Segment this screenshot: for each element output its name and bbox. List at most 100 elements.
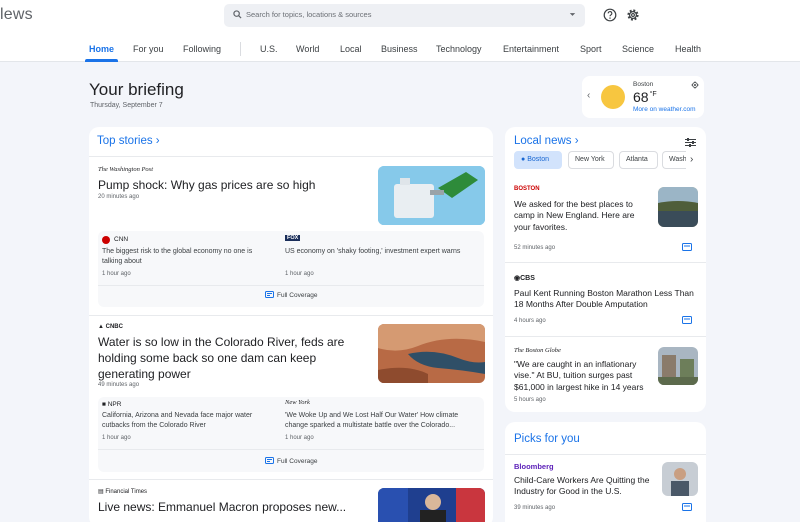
divider bbox=[89, 156, 493, 157]
chevron-left-icon[interactable]: ‹ bbox=[587, 90, 590, 101]
related-source: New York bbox=[285, 399, 310, 406]
briefing-date: Thursday, September 7 bbox=[90, 102, 163, 109]
location-chip-atlanta[interactable]: Atlanta bbox=[619, 151, 658, 169]
search-bar[interactable]: Search for topics, locations & sources bbox=[224, 4, 585, 27]
full-coverage-icon[interactable] bbox=[682, 503, 692, 511]
settings-icon[interactable] bbox=[626, 8, 640, 22]
divider bbox=[98, 449, 484, 450]
divider bbox=[98, 285, 484, 286]
fox-logo: FOX bbox=[285, 235, 301, 241]
related-headline[interactable]: US economy on 'shaky footing,' investmen… bbox=[285, 247, 465, 257]
campus-photo bbox=[658, 347, 698, 385]
nav-home[interactable]: Home bbox=[89, 44, 114, 54]
location-chip-new-york[interactable]: New York bbox=[568, 151, 614, 169]
nav-local[interactable]: Local bbox=[340, 44, 362, 54]
nav-us[interactable]: U.S. bbox=[260, 44, 278, 54]
publisher-logo: ▤ Financial Times bbox=[98, 489, 148, 495]
search-input[interactable]: Search for topics, locations & sources bbox=[246, 10, 371, 19]
weather-link[interactable]: More on weather.com bbox=[633, 106, 696, 113]
app-logo[interactable]: lews bbox=[0, 6, 33, 24]
story-thumbnail[interactable] bbox=[378, 166, 485, 225]
top-bar: lews Search for topics, locations & sour… bbox=[0, 0, 800, 32]
local-headline[interactable]: We asked for the best places to camp in … bbox=[514, 199, 649, 233]
divider bbox=[89, 479, 493, 480]
page-title: Your briefing bbox=[89, 80, 184, 99]
local-headline[interactable]: "We are caught in an inflationary vise."… bbox=[514, 359, 654, 393]
chevron-right-icon[interactable]: › bbox=[690, 154, 693, 165]
gas-pump-image bbox=[378, 166, 485, 225]
related-time: 1 hour ago bbox=[102, 435, 131, 441]
nav-science[interactable]: Science bbox=[622, 44, 654, 54]
location-chip-boston[interactable]: ● Boston bbox=[514, 151, 562, 169]
story-time: 49 minutes ago bbox=[98, 382, 140, 388]
local-time: 5 hours ago bbox=[514, 397, 546, 403]
full-coverage-button[interactable]: Full Coverage bbox=[277, 458, 317, 465]
full-coverage-button[interactable]: Full Coverage bbox=[277, 292, 317, 299]
local-news-heading[interactable]: Local news › bbox=[514, 135, 579, 147]
location-target-icon[interactable] bbox=[691, 81, 699, 89]
related-headline[interactable]: 'We Woke Up and We Lost Half Our Water' … bbox=[285, 411, 470, 431]
full-coverage-icon[interactable] bbox=[682, 243, 692, 251]
divider bbox=[505, 336, 706, 337]
picks-heading[interactable]: Picks for you bbox=[514, 433, 580, 445]
full-coverage-icon[interactable] bbox=[682, 316, 692, 324]
picks-headline[interactable]: Child-Care Workers Are Quitting the Indu… bbox=[514, 475, 656, 498]
picks-thumbnail[interactable] bbox=[662, 462, 698, 496]
sunny-weather-icon bbox=[601, 85, 625, 109]
related-headline[interactable]: The biggest risk to the global economy n… bbox=[102, 247, 272, 267]
worker-photo bbox=[662, 462, 698, 496]
story-headline[interactable]: Water is so low in the Colorado River, f… bbox=[98, 334, 368, 383]
story-headline[interactable]: Pump shock: Why gas prices are so high bbox=[98, 177, 368, 193]
nav-health[interactable]: Health bbox=[675, 44, 701, 54]
weather-city: Boston bbox=[633, 81, 654, 88]
related-time: 1 hour ago bbox=[285, 435, 314, 441]
publisher-logo: BOSTON bbox=[514, 186, 540, 192]
nav-sport[interactable]: Sport bbox=[580, 44, 602, 54]
lake-photo bbox=[658, 187, 698, 227]
story-time: 20 minutes ago bbox=[98, 194, 140, 200]
publisher-logo: The Washington Post bbox=[98, 166, 154, 173]
nav-following[interactable]: Following bbox=[183, 44, 221, 54]
location-chip-washington[interactable]: Wash bbox=[662, 151, 686, 169]
full-coverage-icon bbox=[265, 457, 274, 464]
publisher-logo: The Boston Globe bbox=[514, 347, 561, 354]
divider bbox=[505, 454, 706, 455]
nav-for-you[interactable]: For you bbox=[133, 44, 164, 54]
publisher-logo: ◉CBS bbox=[514, 275, 535, 282]
tune-icon[interactable] bbox=[685, 138, 696, 147]
story-thumbnail[interactable] bbox=[378, 324, 485, 383]
local-time: 4 hours ago bbox=[514, 318, 546, 324]
nav-divider bbox=[240, 42, 241, 56]
divider bbox=[89, 315, 493, 316]
publisher-logo: ▲ CNBC bbox=[98, 324, 123, 330]
section-nav: Home For you Following U.S. World Local … bbox=[0, 32, 800, 62]
related-source: CNN bbox=[114, 236, 129, 243]
dropdown-icon[interactable] bbox=[568, 10, 577, 19]
colorado-river-image bbox=[378, 324, 485, 383]
local-thumbnail[interactable] bbox=[658, 187, 698, 227]
cnn-logo-icon bbox=[102, 236, 110, 244]
full-coverage-icon bbox=[265, 291, 274, 298]
local-thumbnail[interactable] bbox=[658, 347, 698, 385]
nav-entertainment[interactable]: Entertainment bbox=[503, 44, 559, 54]
related-headline[interactable]: California, Arizona and Nevada face majo… bbox=[102, 411, 277, 431]
nav-technology[interactable]: Technology bbox=[436, 44, 482, 54]
story-thumbnail[interactable] bbox=[378, 488, 485, 522]
top-stories-card: Top stories › The Washington Post Pump s… bbox=[89, 127, 493, 522]
story-headline[interactable]: Live news: Emmanuel Macron proposes new.… bbox=[98, 499, 373, 515]
search-icon bbox=[233, 10, 242, 19]
picks-time: 39 minutes ago bbox=[514, 505, 556, 511]
weather-temperature: 68°F bbox=[633, 89, 657, 105]
related-source: ■ NPR bbox=[102, 401, 122, 408]
related-time: 1 hour ago bbox=[285, 271, 314, 277]
top-stories-heading[interactable]: Top stories › bbox=[97, 135, 160, 147]
help-icon[interactable] bbox=[603, 8, 617, 22]
nav-world[interactable]: World bbox=[296, 44, 319, 54]
weather-widget[interactable]: ‹ Boston 68°F More on weather.com bbox=[582, 76, 704, 118]
nav-business[interactable]: Business bbox=[381, 44, 418, 54]
macron-photo bbox=[378, 488, 485, 522]
active-tab-indicator bbox=[85, 59, 118, 62]
divider bbox=[505, 262, 706, 263]
local-time: 52 minutes ago bbox=[514, 245, 556, 251]
local-headline[interactable]: Paul Kent Running Boston Marathon Less T… bbox=[514, 288, 694, 311]
